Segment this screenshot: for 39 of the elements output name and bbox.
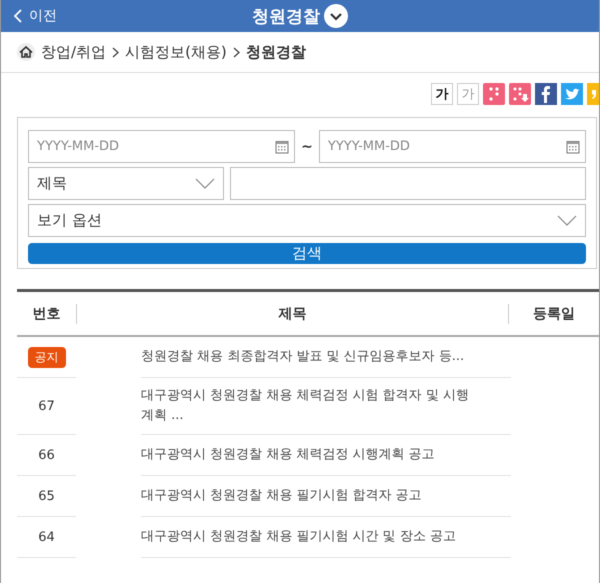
post-title-link[interactable]: 대구광역시 청원경찰 채용 체력검정 시행계획 공고 bbox=[141, 445, 435, 465]
post-title-link[interactable]: 대구광역시 청원경찰 채용 필기시험 합격자 공고 bbox=[141, 486, 422, 506]
text-size-button[interactable]: 가 bbox=[431, 83, 453, 105]
chevron-down-icon bbox=[195, 178, 215, 189]
facebook-icon[interactable] bbox=[535, 83, 557, 105]
date-range-separator: ~ bbox=[301, 138, 313, 154]
calendar-icon[interactable] bbox=[566, 140, 580, 154]
post-title-link[interactable]: 대구광역시 청원경찰 채용 체력검정 시험 합격자 및 시행계획 ... bbox=[141, 386, 469, 426]
back-chevron-icon bbox=[13, 9, 23, 23]
page-title: 청원경찰 bbox=[252, 6, 320, 28]
post-number: 66 bbox=[38, 448, 55, 462]
search-type-select[interactable]: 제목 bbox=[28, 167, 224, 200]
dropdown-icon[interactable] bbox=[324, 4, 348, 28]
column-header: 제목 bbox=[277, 304, 308, 322]
post-title-link[interactable]: 청원경찰 채용 최종합격자 발표 및 신규임용후보자 등... bbox=[141, 347, 464, 367]
breadcrumb-link[interactable]: 창업/취업 bbox=[41, 42, 106, 62]
start-date-field[interactable]: YYYY-MM-DD bbox=[28, 130, 296, 163]
home-icon[interactable] bbox=[17, 43, 35, 61]
post-title-link[interactable]: 대구광역시 청원경찰 채용 필기시험 시간 및 장소 공고 bbox=[141, 527, 456, 547]
chevron-down-icon bbox=[557, 215, 577, 226]
post-number: 64 bbox=[38, 530, 55, 544]
braille-download-icon[interactable] bbox=[509, 83, 531, 105]
notice-badge: 공지 bbox=[28, 346, 66, 368]
post-number: 65 bbox=[38, 488, 55, 504]
braille-icon[interactable] bbox=[483, 83, 505, 105]
breadcrumb-separator-icon bbox=[232, 46, 240, 58]
column-header: 등록일 bbox=[532, 304, 576, 322]
post-number: 67 bbox=[38, 398, 55, 414]
end-date-field[interactable]: YYYY-MM-DD bbox=[318, 130, 586, 163]
column-header: 번호 bbox=[32, 304, 62, 322]
keyword-input[interactable] bbox=[230, 167, 586, 200]
back-button[interactable]: 이전 bbox=[1, 7, 57, 25]
breadcrumb-link[interactable]: 청원경찰 bbox=[246, 42, 306, 62]
breadcrumb-link[interactable]: 시험정보(채용) bbox=[125, 42, 227, 62]
view-options-select[interactable]: 보기 옵션 bbox=[28, 204, 586, 237]
calendar-icon[interactable] bbox=[275, 140, 290, 154]
back-label: 이전 bbox=[29, 7, 57, 25]
search-button[interactable]: 검색 bbox=[28, 243, 586, 264]
breadcrumb-separator-icon bbox=[112, 46, 120, 58]
